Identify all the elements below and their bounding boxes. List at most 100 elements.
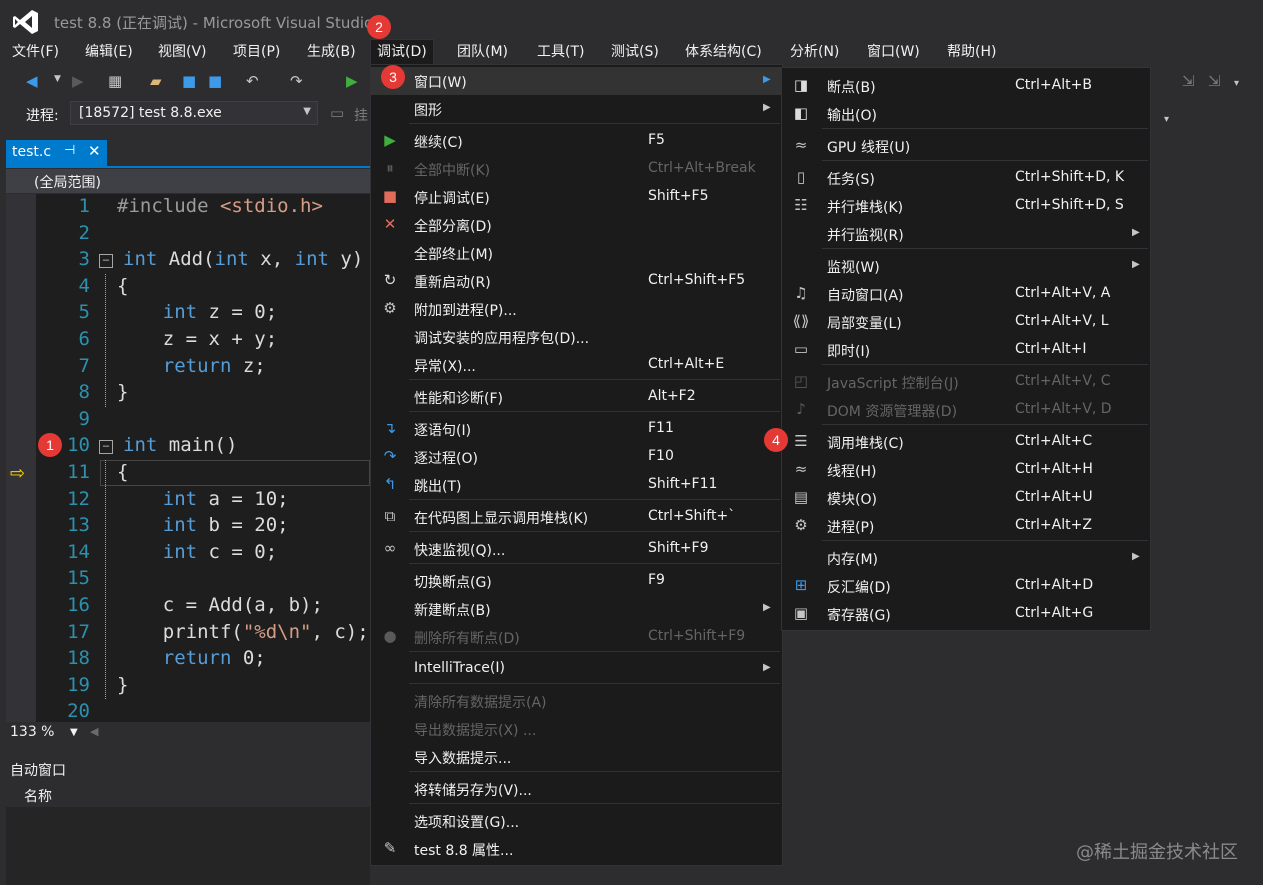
- open-file-icon[interactable]: ▰: [150, 72, 162, 90]
- code-line[interactable]: printf("%d\n", c);: [117, 621, 369, 643]
- toolbar-overflow-icon[interactable]: ▾: [1234, 78, 1239, 89]
- column-name-header[interactable]: 名称: [24, 786, 52, 806]
- menu-edit[interactable]: 编辑(E): [79, 40, 139, 64]
- debug-menu-item[interactable]: ● 删除所有断点(D) Ctrl+Shift+F9: [371, 623, 782, 651]
- window-menu-item[interactable]: 监视(W) ▶: [782, 252, 1150, 280]
- close-icon[interactable]: ✕: [88, 142, 101, 160]
- debug-menu-item[interactable]: 导入数据提示...: [371, 743, 782, 771]
- debug-menu-item[interactable]: ↷ 逐过程(O) F10: [371, 443, 782, 471]
- debug-menu-item[interactable]: ■ 停止调试(E) Shift+F5: [371, 183, 782, 211]
- undo-icon[interactable]: ↶: [246, 72, 259, 90]
- debug-menu-item[interactable]: ⚙ 附加到进程(P)...: [371, 295, 782, 323]
- continue-icon[interactable]: ▶: [346, 72, 358, 90]
- scope-bar[interactable]: (全局范围): [6, 169, 370, 193]
- lifecycle-events-icon[interactable]: ▭: [330, 104, 344, 122]
- debug-menu-item[interactable]: 异常(X)... Ctrl+Alt+E: [371, 351, 782, 379]
- collapse-toggle-icon[interactable]: −: [99, 440, 113, 455]
- debug-menu-item[interactable]: ✕ 全部分离(D): [371, 211, 782, 239]
- menu-architecture[interactable]: 体系结构(C): [679, 40, 768, 64]
- window-menu-item[interactable]: ≈ GPU 线程(U): [782, 132, 1150, 160]
- debug-menu-item[interactable]: 性能和诊断(F) Alt+F2: [371, 383, 782, 411]
- debug-menu-item[interactable]: ▶ 继续(C) F5: [371, 127, 782, 155]
- indicator-margin[interactable]: [6, 194, 36, 722]
- window-menu-item[interactable]: ♫ 自动窗口(A) Ctrl+Alt+V, A: [782, 280, 1150, 308]
- menu-project[interactable]: 项目(P): [227, 40, 286, 64]
- menu-file[interactable]: 文件(F): [6, 40, 65, 64]
- window-menu-item[interactable]: ▭ 即时(I) Ctrl+Alt+I: [782, 336, 1150, 364]
- window-menu-item[interactable]: 内存(M) ▶: [782, 544, 1150, 572]
- code-line[interactable]: int c = 0;: [117, 541, 277, 563]
- code-editor[interactable]: [6, 194, 370, 722]
- window-menu-item[interactable]: ☷ 并行堆栈(K) Ctrl+Shift+D, S: [782, 192, 1150, 220]
- code-line[interactable]: int main(): [123, 434, 237, 456]
- toolbar-extra-icon[interactable]: ⇲: [1208, 72, 1221, 90]
- debug-menu-item[interactable]: ⧉ 在代码图上显示调用堆栈(K) Ctrl+Shift+`: [371, 503, 782, 531]
- debug-menu-item[interactable]: 将转储另存为(V)...: [371, 775, 782, 803]
- window-menu-item[interactable]: ◨ 断点(B) Ctrl+Alt+B: [782, 72, 1150, 100]
- window-menu-item[interactable]: ▣ 寄存器(G) Ctrl+Alt+G: [782, 600, 1150, 628]
- window-menu-item[interactable]: ◧ 输出(O): [782, 100, 1150, 128]
- chevron-down-icon[interactable]: ▼: [70, 727, 78, 738]
- code-line[interactable]: z = x + y;: [117, 328, 277, 350]
- debug-menu-item[interactable]: ↴ 逐语句(I) F11: [371, 415, 782, 443]
- scroll-left-icon[interactable]: ◀: [90, 725, 98, 738]
- window-menu-item[interactable]: ≈ 线程(H) Ctrl+Alt+H: [782, 456, 1150, 484]
- debug-menu-item[interactable]: ∞ 快速监视(Q)... Shift+F9: [371, 535, 782, 563]
- debug-menu-item[interactable]: 调试安装的应用程序包(D)...: [371, 323, 782, 351]
- menu-test[interactable]: 测试(S): [605, 40, 665, 64]
- back-dropdown-icon[interactable]: ▼: [54, 74, 61, 84]
- collapse-toggle-icon[interactable]: −: [99, 254, 113, 269]
- debug-menu-item[interactable]: 导出数据提示(X) ...: [371, 715, 782, 743]
- menu-help[interactable]: 帮助(H): [941, 40, 1002, 64]
- back-icon[interactable]: ◀: [26, 72, 38, 90]
- menu-tools[interactable]: 工具(T): [531, 40, 590, 64]
- window-menu-item[interactable]: ▤ 模块(O) Ctrl+Alt+U: [782, 484, 1150, 512]
- window-menu-item[interactable]: 并行监视(R) ▶: [782, 220, 1150, 248]
- window-menu-item[interactable]: ⚙ 进程(P) Ctrl+Alt+Z: [782, 512, 1150, 540]
- pin-icon[interactable]: ⊣: [64, 143, 75, 158]
- code-line[interactable]: #include <stdio.h>: [117, 195, 323, 217]
- menu-team[interactable]: 团队(M): [451, 40, 514, 64]
- window-menu-item[interactable]: ⟪⟫ 局部变量(L) Ctrl+Alt+V, L: [782, 308, 1150, 336]
- debug-menu-item[interactable]: ⏸ 全部中断(K) Ctrl+Alt+Break: [371, 155, 782, 183]
- menu-view[interactable]: 视图(V): [152, 40, 213, 64]
- toolbar-extra-icon[interactable]: ⇲: [1182, 72, 1195, 90]
- debug-menu-item[interactable]: 新建断点(B) ▶: [371, 595, 782, 623]
- forward-icon[interactable]: ▶: [72, 72, 84, 90]
- code-line[interactable]: int b = 20;: [117, 514, 289, 536]
- code-line[interactable]: {: [117, 275, 128, 297]
- menu-build[interactable]: 生成(B): [301, 40, 362, 64]
- code-line[interactable]: }: [117, 381, 128, 403]
- code-line[interactable]: return z;: [117, 355, 266, 377]
- window-menu-item[interactable]: ☰ 调用堆栈(C) Ctrl+Alt+C: [782, 428, 1150, 456]
- debug-menu-item[interactable]: 全部终止(M): [371, 239, 782, 267]
- window-menu-item[interactable]: ♪ DOM 资源管理器(D) Ctrl+Alt+V, D: [782, 396, 1150, 424]
- code-line[interactable]: int Add(int x, int y): [123, 248, 363, 270]
- redo-icon[interactable]: ↷: [290, 72, 303, 90]
- debug-menu-item[interactable]: 清除所有数据提示(A): [371, 687, 782, 715]
- save-icon[interactable]: ■: [182, 72, 196, 90]
- zoom-level[interactable]: 133 %: [10, 724, 54, 740]
- menu-analyze[interactable]: 分析(N): [784, 40, 845, 64]
- code-line[interactable]: int z = 0;: [117, 301, 277, 323]
- debug-menu-item[interactable]: IntelliTrace(I) ▶: [371, 655, 782, 683]
- code-line[interactable]: {: [117, 461, 128, 483]
- process-select[interactable]: [18572] test 8.8.exe ▼: [70, 101, 318, 125]
- new-project-icon[interactable]: ▦: [108, 72, 122, 90]
- debug-menu-item[interactable]: 窗口(W) ▶: [371, 67, 782, 95]
- debug-menu-item[interactable]: 选项和设置(G)...: [371, 807, 782, 835]
- code-line[interactable]: return 0;: [117, 647, 266, 669]
- code-line[interactable]: int a = 10;: [117, 488, 289, 510]
- window-menu-item[interactable]: ⊞ 反汇编(D) Ctrl+Alt+D: [782, 572, 1150, 600]
- debug-menu-item[interactable]: ↰ 跳出(T) Shift+F11: [371, 471, 782, 499]
- window-menu-item[interactable]: ◰ JavaScript 控制台(J) Ctrl+Alt+V, C: [782, 368, 1150, 396]
- code-line[interactable]: c = Add(a, b);: [117, 594, 323, 616]
- menu-window[interactable]: 窗口(W): [861, 40, 926, 64]
- tab-test-c[interactable]: test.c ⊣ ✕: [6, 140, 107, 166]
- debug-menu-item[interactable]: ✎ test 8.8 属性...: [371, 835, 782, 863]
- menu-debug[interactable]: 调试(D): [370, 39, 434, 64]
- debug-menu-item[interactable]: 切换断点(G) F9: [371, 567, 782, 595]
- window-menu-item[interactable]: ▯ 任务(S) Ctrl+Shift+D, K: [782, 164, 1150, 192]
- code-line[interactable]: }: [117, 674, 128, 696]
- save-all-icon[interactable]: ■: [208, 72, 222, 90]
